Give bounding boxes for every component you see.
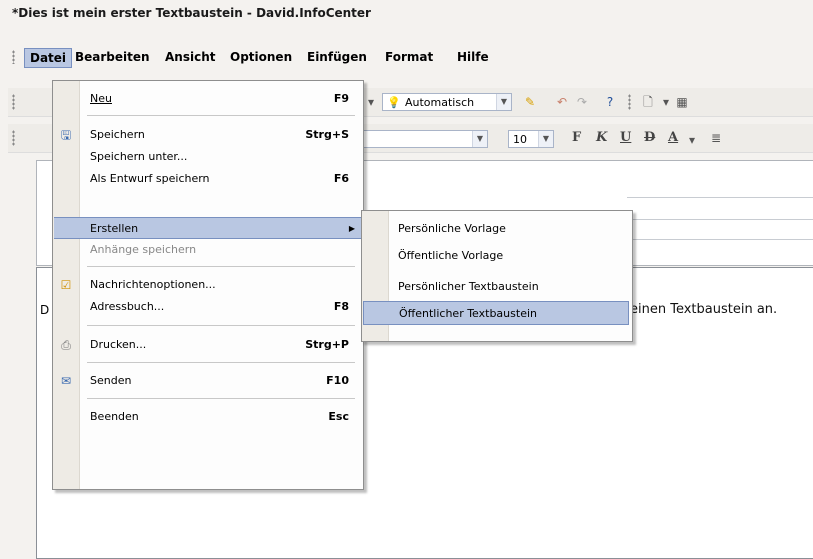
submenu-item-personal-template[interactable]: Persönliche Vorlage — [362, 217, 630, 241]
menu-item-message-options[interactable]: ☑ Nachrichtenoptionen... — [53, 274, 361, 296]
menu-item-print-shortcut: Strg+P — [305, 338, 349, 351]
menu-item-address-book-shortcut: F8 — [333, 300, 349, 313]
font-size-value: 10 — [513, 133, 527, 146]
send-icon: ✉ — [60, 374, 72, 388]
font-size-arrow-icon[interactable]: ▼ — [538, 131, 553, 147]
underline-button[interactable]: U — [620, 130, 631, 145]
undo-icon[interactable]: ↶ — [554, 94, 570, 110]
menu-separator-3 — [87, 325, 355, 326]
strikethrough-button[interactable]: D — [644, 130, 655, 145]
toolbar-grip-2 — [628, 94, 631, 110]
menu-item-save-draft-label: Als Entwurf speichern — [90, 172, 210, 185]
color-combo-value: Automatisch — [405, 96, 475, 109]
font-color-button[interactable]: A — [668, 130, 678, 145]
menu-item-address-book-label: Adressbuch... — [90, 300, 165, 313]
submenu-item-label: Persönliche Vorlage — [398, 222, 506, 235]
menu-separator — [87, 115, 355, 116]
combo-arrow-icon[interactable]: ▼ — [496, 94, 511, 110]
menu-item-save-attachments: Anhänge speichern — [53, 239, 361, 261]
menu-item-save-draft[interactable]: Als Entwurf speichern F6 — [53, 168, 361, 190]
menu-bearbeiten[interactable]: Bearbeiten — [70, 48, 155, 66]
align-left-icon[interactable]: ≣ — [708, 130, 724, 146]
menu-item-print[interactable]: ⎙ Drucken... Strg+P — [53, 334, 361, 356]
menu-optionen[interactable]: Optionen — [225, 48, 297, 66]
menu-ansicht[interactable]: Ansicht — [160, 48, 220, 66]
editor-leading-char: D — [40, 303, 50, 317]
checkmark-options-icon: ☑ — [60, 278, 72, 292]
submenu-item-personal-textblock[interactable]: Persönlicher Textbaustein — [362, 275, 630, 299]
create-submenu: Persönliche Vorlage Öffentliche Vorlage … — [361, 210, 633, 342]
editor-text-fragment: einen Textbaustein an. — [630, 302, 778, 317]
menu-item-exit-shortcut: Esc — [328, 410, 349, 423]
bold-button[interactable]: F — [572, 130, 581, 145]
menu-separator-5 — [87, 398, 355, 399]
menu-item-exit[interactable]: Beenden Esc — [53, 406, 361, 428]
header-line-1 — [627, 197, 813, 198]
menu-separator-4 — [87, 362, 355, 363]
color-combo[interactable]: 💡 Automatisch ▼ — [382, 93, 512, 111]
menu-bar: Datei Bearbeiten Ansicht Optionen Einfüg… — [0, 44, 813, 70]
menu-separator-2 — [87, 266, 355, 267]
submenu-item-label: Persönlicher Textbaustein — [398, 280, 539, 293]
submenu-item-public-textblock[interactable]: Öffentlicher Textbaustein — [363, 301, 629, 325]
window-title: *Dies ist mein erster Textbaustein - Dav… — [12, 6, 371, 20]
dropdown-arrow-icon-2[interactable]: ▾ — [658, 94, 674, 110]
menu-item-save-label: Speichern — [90, 128, 145, 141]
menu-item-save-draft-shortcut: F6 — [333, 172, 349, 185]
menu-item-save-as-label: Speichern unter... — [90, 150, 188, 163]
menu-item-new-shortcut: F9 — [333, 92, 349, 105]
menu-item-send-label: Senden — [90, 374, 132, 387]
italic-button[interactable]: K — [596, 130, 607, 145]
file-menu: Neu F9 🖫 Speichern Strg+S Speichern unte… — [52, 80, 364, 490]
menu-item-send-shortcut: F10 — [326, 374, 349, 387]
edit-icon[interactable]: ✎ — [522, 94, 538, 110]
table-icon[interactable]: ▦ — [674, 94, 690, 110]
menu-einfuegen[interactable]: Einfügen — [302, 48, 372, 66]
redo-icon[interactable]: ↷ — [574, 94, 590, 110]
save-icon: 🖫 — [60, 128, 72, 142]
menu-item-new-label: Neu — [90, 92, 112, 105]
header-line-3 — [627, 239, 813, 240]
submenu-item-label: Öffentliche Vorlage — [398, 249, 504, 262]
menu-item-print-label: Drucken... — [90, 338, 147, 351]
menu-item-send[interactable]: ✉ Senden F10 — [53, 370, 361, 392]
font-size-combo[interactable]: 10 ▼ — [508, 130, 554, 148]
menu-hilfe[interactable]: Hilfe — [452, 48, 494, 66]
help-icon[interactable]: ? — [602, 94, 618, 110]
menu-datei[interactable]: Datei — [24, 48, 73, 68]
menu-item-address-book[interactable]: Adressbuch... F8 — [53, 296, 361, 318]
menu-item-save[interactable]: 🖫 Speichern Strg+S — [53, 124, 361, 146]
submenu-item-label: Öffentlicher Textbaustein — [399, 307, 537, 320]
menu-item-create-label: Erstellen — [90, 222, 139, 235]
header-line-2 — [627, 219, 813, 220]
submenu-item-public-template[interactable]: Öffentliche Vorlage — [362, 244, 630, 268]
font-color-dropdown-icon[interactable]: ▾ — [684, 132, 700, 148]
menubar-grip — [12, 50, 15, 64]
menu-item-save-shortcut: Strg+S — [305, 128, 349, 141]
bulb-icon: 💡 — [387, 96, 401, 109]
menu-format[interactable]: Format — [380, 48, 438, 66]
menu-item-save-as[interactable]: Speichern unter... — [53, 146, 361, 168]
menu-item-create[interactable]: Erstellen ▶ — [54, 217, 361, 239]
menu-item-save-attachments-label: Anhänge speichern — [90, 243, 197, 256]
toolbar-grip-3 — [12, 130, 15, 146]
toolbar-grip — [12, 94, 15, 110]
dropdown-arrow-icon[interactable]: ▾ — [363, 94, 379, 110]
new-doc-icon[interactable]: 🗋 — [640, 94, 656, 110]
menu-item-exit-label: Beenden — [90, 410, 139, 423]
printer-icon: ⎙ — [61, 338, 71, 352]
menu-item-message-options-label: Nachrichtenoptionen... — [90, 278, 216, 291]
submenu-arrow-icon: ▶ — [348, 224, 355, 233]
font-combo-arrow-icon[interactable]: ▼ — [472, 131, 487, 147]
menu-item-new[interactable]: Neu F9 — [53, 88, 361, 110]
